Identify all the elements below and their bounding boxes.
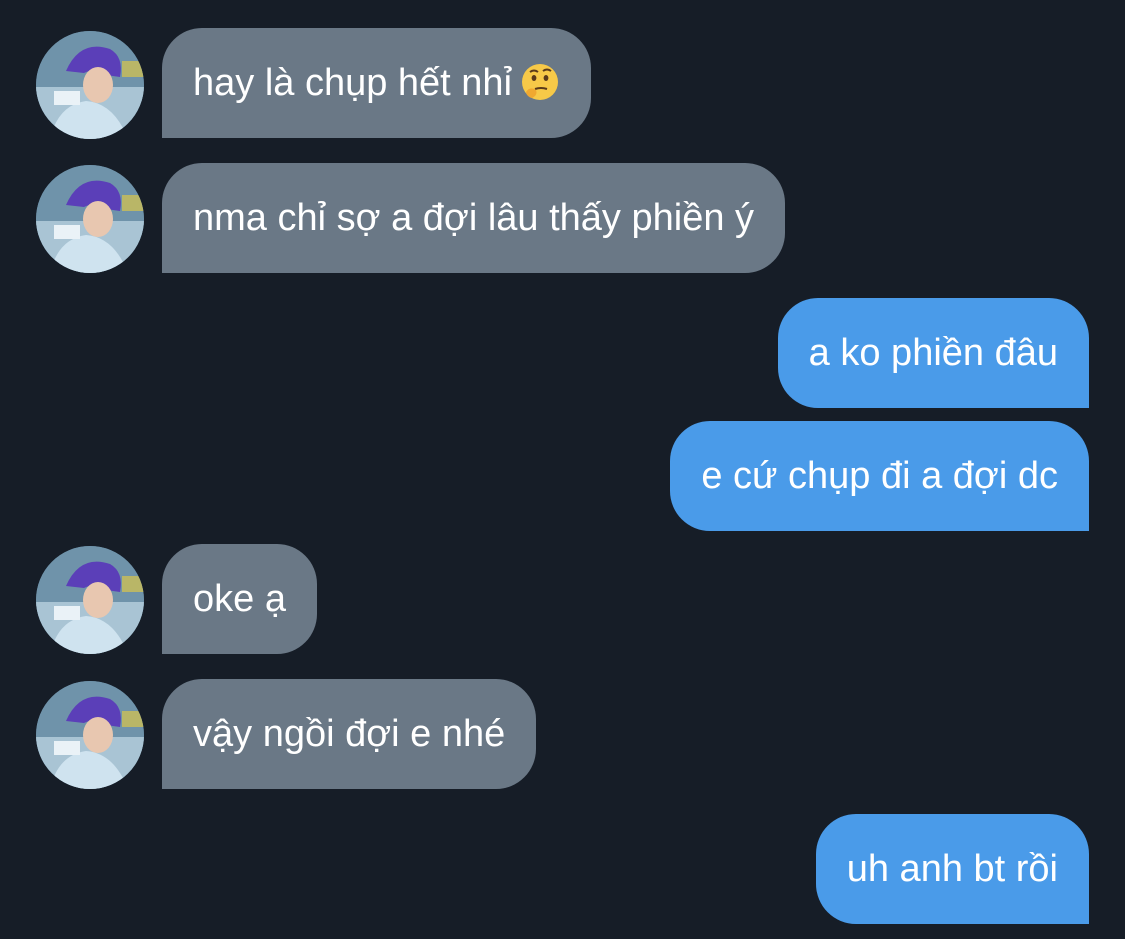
outgoing-message-bubble[interactable]: a ko phiền đâu [777,298,1089,408]
avatar-image-icon [36,546,144,654]
incoming-message-bubble[interactable]: nma chỉ sợ a đợi lâu thấy phiền ý [162,163,786,273]
contact-avatar[interactable] [36,31,144,139]
thinking-face-icon [522,63,559,100]
message-text: oke ạ [193,578,286,620]
contact-avatar[interactable] [36,546,144,654]
chat-thread: hay là chụp hết nhỉ nma chỉ sợ a đợi lâu… [0,0,1125,939]
contact-avatar[interactable] [36,681,144,789]
contact-avatar[interactable] [36,165,144,273]
avatar-image-icon [36,165,144,273]
message-text: nma chỉ sợ a đợi lâu thấy phiền ý [193,197,755,239]
avatar-image-icon [36,31,144,139]
outgoing-message-bubble[interactable]: e cứ chụp đi a đợi dc [670,421,1089,531]
message-text: a ko phiền đâu [808,332,1058,374]
incoming-message-bubble[interactable]: hay là chụp hết nhỉ [162,28,592,138]
message-text: uh anh bt rồi [846,848,1058,890]
message-text: vậy ngồi đợi e nhé [193,713,506,755]
incoming-message-bubble[interactable]: vậy ngồi đợi e nhé [162,679,537,789]
outgoing-message-bubble[interactable]: uh anh bt rồi [815,814,1089,924]
avatar-image-icon [36,681,144,789]
incoming-message-bubble[interactable]: oke ạ [162,544,317,654]
message-text: hay là chụp hết nhỉ [193,62,513,104]
message-text: e cứ chụp đi a đợi dc [701,455,1058,497]
